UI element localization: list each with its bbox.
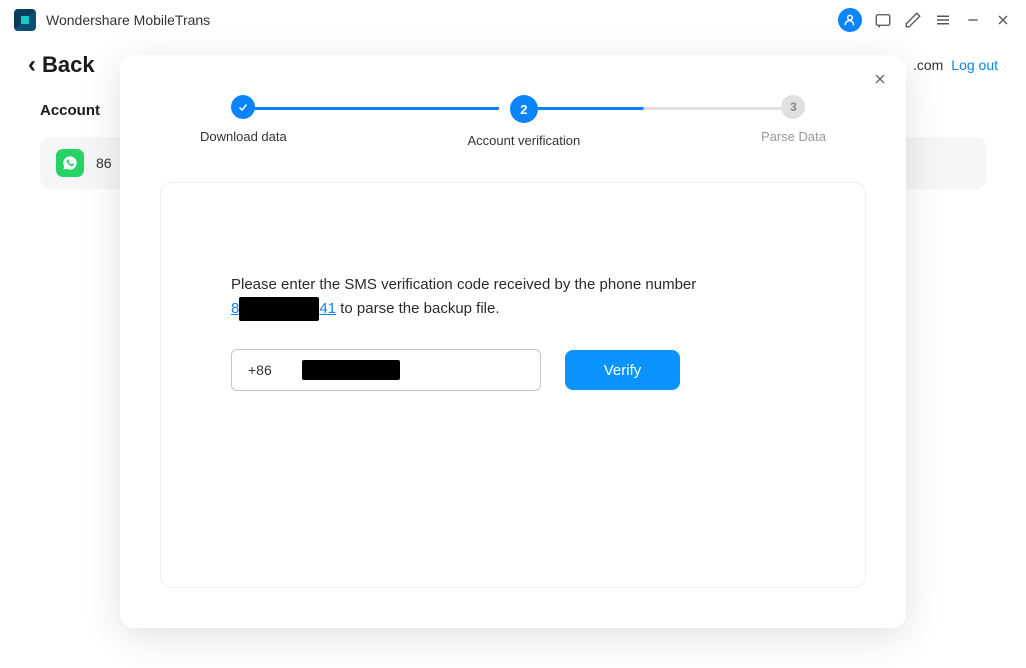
logout-link[interactable]: Log out bbox=[951, 57, 998, 73]
step-2-label: Account verification bbox=[467, 133, 580, 148]
step-2-circle: 2 bbox=[510, 95, 538, 123]
step-3-label: Parse Data bbox=[761, 129, 826, 144]
account-phone-partial: 86 bbox=[96, 155, 112, 171]
close-window-icon[interactable] bbox=[994, 11, 1012, 29]
app-icon bbox=[14, 9, 36, 31]
title-bar: Wondershare MobileTrans bbox=[0, 0, 1026, 40]
user-badge-icon[interactable] bbox=[838, 8, 862, 32]
back-label: Back bbox=[42, 52, 95, 78]
stepper: Download data 2 Account verification 3 P… bbox=[120, 55, 906, 172]
step-account-verification: 2 Account verification bbox=[467, 95, 580, 148]
step-parse-data: 3 Parse Data bbox=[761, 95, 826, 144]
instruction-part2: to parse the backup file. bbox=[336, 300, 499, 317]
step-download-data: Download data bbox=[200, 95, 287, 144]
edit-icon[interactable] bbox=[904, 11, 922, 29]
phone-number-link[interactable]: 8XXXXXXXX41 bbox=[231, 297, 336, 321]
input-row: +86 13XXXXXXXX Verify bbox=[231, 349, 795, 391]
phone-input-value: 13XXXXXXXX bbox=[302, 362, 524, 378]
country-code-prefix: +86 bbox=[248, 362, 272, 378]
back-chevron-icon: ‹ bbox=[28, 53, 36, 77]
verification-modal: Download data 2 Account verification 3 P… bbox=[120, 55, 906, 628]
title-right bbox=[838, 8, 1012, 32]
app-title: Wondershare MobileTrans bbox=[46, 12, 210, 28]
message-icon[interactable] bbox=[874, 11, 892, 29]
user-email-partial: .com bbox=[913, 57, 943, 73]
step-3-circle: 3 bbox=[781, 95, 805, 119]
minimize-icon[interactable] bbox=[964, 11, 982, 29]
step-1-label: Download data bbox=[200, 129, 287, 144]
instruction-part1: Please enter the SMS verification code r… bbox=[231, 276, 696, 293]
menu-icon[interactable] bbox=[934, 11, 952, 29]
header-right: .com Log out bbox=[913, 57, 998, 73]
back-button[interactable]: ‹ Back bbox=[28, 52, 95, 78]
step-1-circle bbox=[231, 95, 255, 119]
title-left: Wondershare MobileTrans bbox=[14, 9, 210, 31]
modal-content: Please enter the SMS verification code r… bbox=[160, 182, 866, 588]
whatsapp-icon bbox=[56, 149, 84, 177]
verify-button[interactable]: Verify bbox=[565, 350, 680, 390]
instruction-text: Please enter the SMS verification code r… bbox=[231, 273, 795, 321]
phone-input[interactable]: +86 13XXXXXXXX bbox=[231, 349, 541, 391]
